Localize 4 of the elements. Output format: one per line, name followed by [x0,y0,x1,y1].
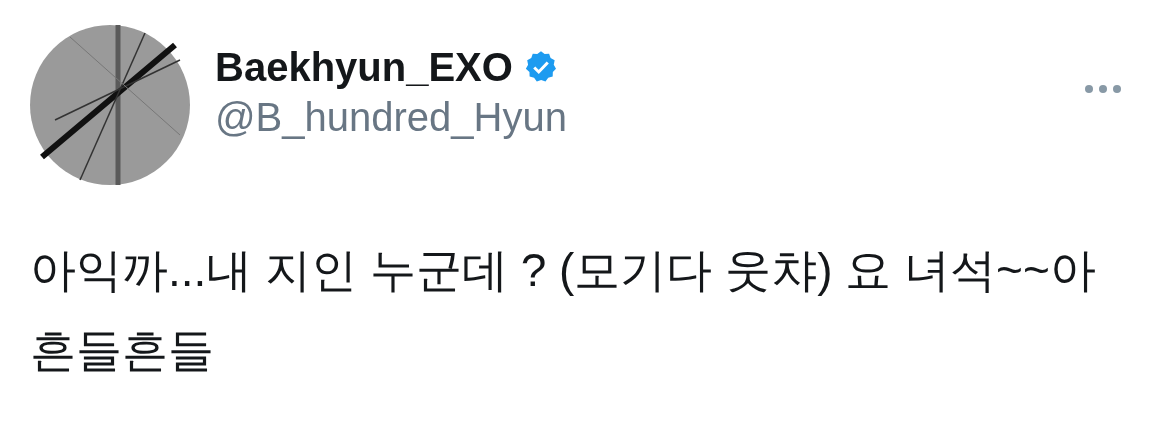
tweet-text: 아익까...내 지인 누군데 ? (모기다 웃챠) 요 녀석~~아 흔들흔들 [30,243,1097,378]
user-handle[interactable]: @B_hundred_Hyun [215,93,567,141]
more-options-icon[interactable] [1085,85,1121,93]
display-name[interactable]: Baekhyun_EXO [215,43,513,91]
